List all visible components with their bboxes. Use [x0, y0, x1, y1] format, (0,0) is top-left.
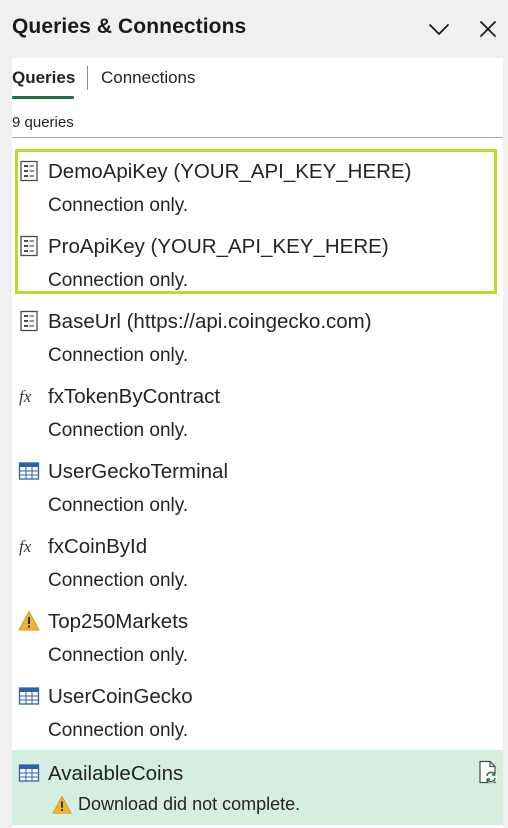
close-button[interactable] — [473, 14, 503, 44]
query-item-baseurl[interactable]: BaseUrl (https://api.coingecko.com) Conn… — [12, 298, 503, 373]
close-icon — [480, 21, 496, 37]
query-item-top250markets[interactable]: Top250Markets Connection only. — [12, 598, 503, 673]
divider — [12, 137, 503, 138]
query-status: Download did not complete. — [52, 794, 300, 815]
query-status: Connection only. — [48, 270, 189, 291]
function-icon: fx — [19, 387, 32, 406]
tab-queries[interactable]: Queries — [12, 68, 75, 88]
query-name: fxCoinById — [48, 535, 148, 558]
query-name: UserCoinGecko — [48, 685, 193, 708]
pane-header: Queries & Connections — [0, 0, 508, 58]
function-icon: fx — [19, 537, 32, 556]
query-name: UserGeckoTerminal — [48, 460, 228, 483]
query-status: Connection only. — [48, 645, 189, 666]
query-name: fxTokenByContract — [48, 385, 221, 408]
table-icon — [18, 687, 40, 705]
query-status: Connection only. — [48, 570, 189, 591]
pane-body: Queries Connections 9 queries DemoApiKey… — [0, 58, 508, 828]
query-name: AvailableCoins — [48, 762, 184, 785]
query-item-fxcoinbyid[interactable]: fx fxCoinById Connection only. — [12, 523, 503, 598]
parameter-icon — [20, 160, 38, 182]
tab-divider — [87, 66, 88, 90]
tab-connections[interactable]: Connections — [101, 68, 196, 88]
query-status: Connection only. — [48, 345, 189, 366]
query-item-availablecoins[interactable]: AvailableCoins Download did not complete… — [12, 750, 503, 825]
query-item-usercoingecko[interactable]: UserCoinGecko Connection only. — [12, 673, 503, 748]
warning-icon — [18, 611, 40, 631]
parameter-icon — [20, 310, 38, 332]
parameter-icon — [20, 235, 38, 257]
table-icon — [18, 462, 40, 480]
svg-text:fx: fx — [19, 537, 32, 556]
query-status: Connection only. — [48, 195, 189, 216]
queries-panel: Queries Connections 9 queries DemoApiKey… — [12, 58, 503, 828]
svg-text:fx: fx — [19, 387, 32, 406]
collapse-button[interactable] — [424, 14, 454, 44]
active-tab-indicator — [12, 96, 74, 99]
tab-bar: Queries Connections — [12, 58, 503, 102]
query-count: 9 queries — [12, 114, 74, 131]
query-name: DemoApiKey (YOUR_API_KEY_HERE) — [48, 160, 412, 183]
warning-icon — [52, 795, 72, 814]
query-item-usergeckoterminal[interactable]: UserGeckoTerminal Connection only. — [12, 448, 503, 523]
query-name: Top250Markets — [48, 610, 189, 633]
query-status: Connection only. — [48, 420, 189, 441]
chevron-down-icon — [429, 24, 449, 35]
table-icon — [18, 764, 40, 782]
query-item-proapikey[interactable]: ProApiKey (YOUR_API_KEY_HERE) Connection… — [12, 223, 503, 298]
query-status: Connection only. — [48, 495, 189, 516]
query-item-fxtokenbycontract[interactable]: fx fxTokenByContract Connection only. — [12, 373, 503, 448]
pane-title: Queries & Connections — [12, 15, 247, 38]
query-name: BaseUrl (https://api.coingecko.com) — [48, 310, 372, 333]
refresh-icon[interactable] — [477, 760, 499, 784]
query-name: ProApiKey (YOUR_API_KEY_HERE) — [48, 235, 389, 258]
query-status: Connection only. — [48, 720, 189, 741]
query-item-demoapikey[interactable]: DemoApiKey (YOUR_API_KEY_HERE) Connectio… — [12, 148, 503, 223]
query-status-text: Download did not complete. — [78, 794, 301, 814]
